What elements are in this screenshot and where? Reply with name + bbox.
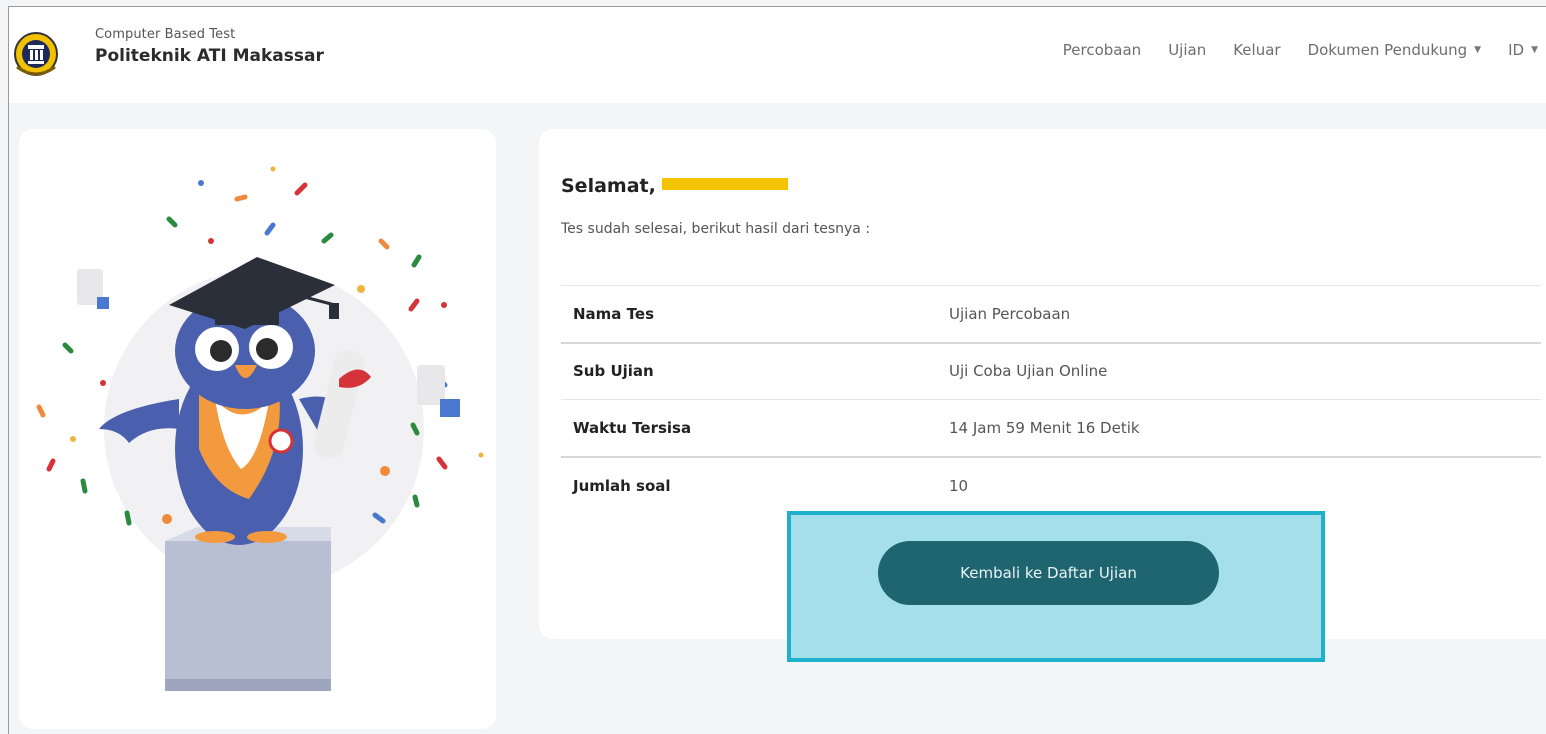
main-nav: Percobaan Ujian Keluar Dokumen Pendukung… xyxy=(1063,41,1546,59)
illustration-card xyxy=(19,129,496,729)
row-value: Uji Coba Ujian Online xyxy=(949,341,1541,400)
result-description: Tes sudah selesai, berikut hasil dari te… xyxy=(561,221,871,237)
row-value: 14 Jam 59 Menit 16 Detik xyxy=(949,399,1541,457)
nav-dokumen-pendukung-dropdown[interactable]: Dokumen Pendukung ▼ xyxy=(1308,41,1482,59)
back-to-exam-list-button[interactable]: Kembali ke Daftar Ujian xyxy=(878,541,1219,605)
redacted-name xyxy=(661,177,788,190)
top-navbar: Computer Based Test Politeknik ATI Makas… xyxy=(9,7,1546,103)
greeting-heading: Selamat, xyxy=(561,175,788,197)
app-frame: Computer Based Test Politeknik ATI Makas… xyxy=(8,6,1546,734)
row-label: Nama Tes xyxy=(561,285,949,343)
row-value: 10 xyxy=(949,455,1541,514)
brand-subtitle: Computer Based Test xyxy=(95,27,236,42)
table-row: Nama Tes Ujian Percobaan xyxy=(561,285,1541,343)
brand-title: Politeknik ATI Makassar xyxy=(95,46,324,66)
row-label: Sub Ujian xyxy=(561,341,949,400)
row-value: Ujian Percobaan xyxy=(949,285,1541,343)
table-row: Jumlah soal 10 xyxy=(561,455,1541,514)
caret-down-icon: ▼ xyxy=(1474,45,1482,55)
row-label: Waktu Tersisa xyxy=(561,399,949,457)
graduate-owl-illustration xyxy=(36,166,484,691)
table-row: Sub Ujian Uji Coba Ujian Online xyxy=(561,341,1541,400)
nav-percobaan[interactable]: Percobaan xyxy=(1063,41,1141,59)
brand[interactable]: Computer Based Test Politeknik ATI Makas… xyxy=(95,27,324,66)
nav-language-dropdown[interactable]: ID ▼ xyxy=(1508,41,1538,59)
institution-logo[interactable] xyxy=(13,23,59,85)
caret-down-icon: ▼ xyxy=(1531,45,1538,55)
row-label: Jumlah soal xyxy=(561,455,949,514)
result-table: Nama Tes Ujian Percobaan Sub Ujian Uji C… xyxy=(561,285,1541,514)
nav-keluar[interactable]: Keluar xyxy=(1233,41,1280,59)
nav-ujian[interactable]: Ujian xyxy=(1168,41,1206,59)
table-row: Waktu Tersisa 14 Jam 59 Menit 16 Detik xyxy=(561,399,1541,457)
